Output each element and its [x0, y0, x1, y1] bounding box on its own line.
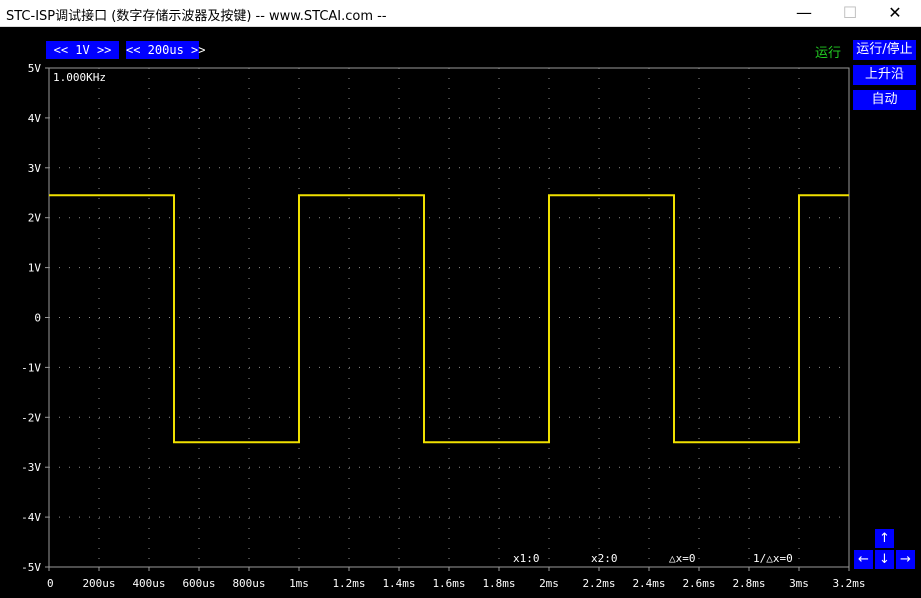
x-tick-label: 1.4ms: [382, 577, 415, 590]
delta-x-readout: △x=0: [669, 552, 696, 565]
x-tick-label: 0: [47, 577, 54, 590]
inverse-delta-x-readout: 1/△x=0: [753, 552, 793, 565]
x-tick-label: 1ms: [289, 577, 309, 590]
x-tick-label: 1.8ms: [482, 577, 515, 590]
y-tick-label: 3V: [28, 162, 42, 175]
y-tick-label: -1V: [21, 361, 41, 374]
frequency-readout: 1.000KHz: [53, 71, 106, 84]
oscilloscope-display[interactable]: 5V 4V 3V 2V 1V 0 -1V -2V -3V -4V -5V 0 200us 400us 60…: [0, 0, 921, 598]
y-tick-label: -3V: [21, 461, 41, 474]
y-tick-label: 2V: [28, 212, 42, 225]
x-tick-label: 3.2ms: [832, 577, 865, 590]
x-tick-label: 400us: [132, 577, 165, 590]
x-tick-label: 2ms: [539, 577, 559, 590]
x-tick-label: 800us: [232, 577, 265, 590]
y-tick-label: 4V: [28, 112, 42, 125]
x-tick-label: 600us: [182, 577, 215, 590]
x-tick-label: 2.2ms: [582, 577, 615, 590]
y-tick-label: 0: [34, 312, 41, 325]
y-tick-label: -4V: [21, 511, 41, 524]
x1-readout: x1:0: [513, 552, 540, 565]
y-tick-label: -2V: [21, 411, 41, 424]
x-tick-label: 1.6ms: [432, 577, 465, 590]
y-tick-label: 1V: [28, 262, 42, 275]
y-tick-label: -5V: [21, 561, 41, 574]
y-tick-label: 5V: [28, 62, 42, 75]
x-tick-label: 2.4ms: [632, 577, 665, 590]
x-tick-label: 2.6ms: [682, 577, 715, 590]
x2-readout: x2:0: [591, 552, 618, 565]
x-tick-label: 3ms: [789, 577, 809, 590]
x-tick-label: 1.2ms: [332, 577, 365, 590]
x-tick-label: 2.8ms: [732, 577, 765, 590]
x-tick-label: 200us: [82, 577, 115, 590]
